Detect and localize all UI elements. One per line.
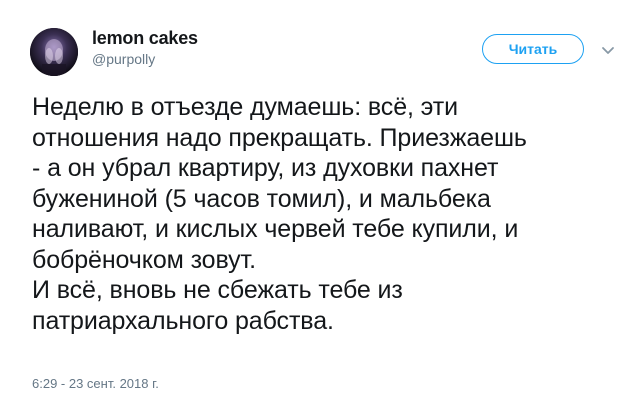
more-options-button[interactable] (596, 38, 620, 62)
avatar[interactable] (30, 28, 78, 76)
chevron-down-icon (602, 47, 614, 54)
avatar-image (30, 28, 78, 76)
tweet-text: Неделю в отъезде думаешь: всё, эти отнош… (32, 93, 527, 335)
tweet-card: lemon cakes @purpolly Читать Неделю в от… (0, 0, 640, 408)
author-handle[interactable]: @purpolly (92, 50, 198, 68)
follow-button[interactable]: Читать (482, 34, 584, 64)
tweet-timestamp[interactable]: 6:29 - 23 сент. 2018 г. (32, 376, 159, 391)
author-block[interactable]: lemon cakes @purpolly (92, 26, 198, 68)
author-display-name[interactable]: lemon cakes (92, 26, 198, 50)
